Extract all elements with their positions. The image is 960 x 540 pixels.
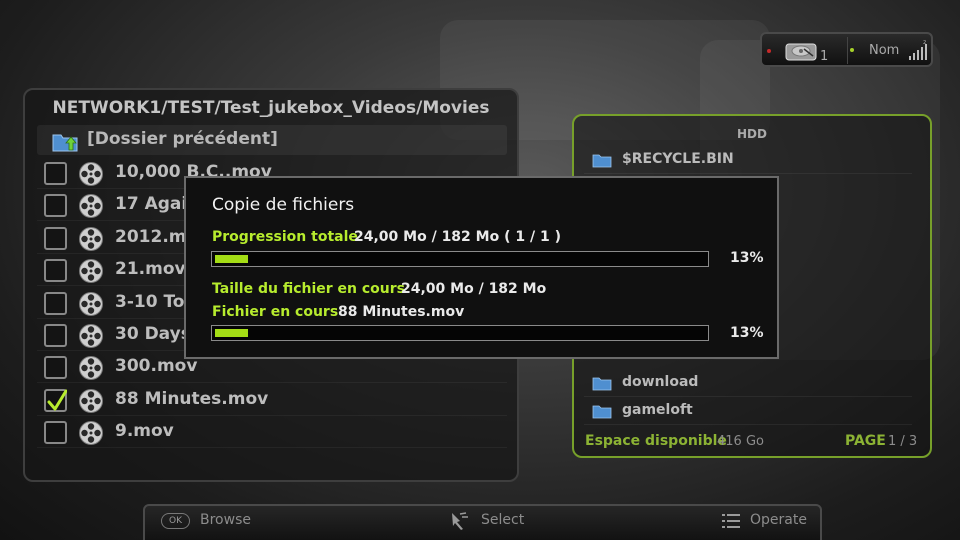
select-pointer-icon — [452, 512, 468, 530]
total-progress-label: Progression totale — [212, 229, 358, 245]
file-name: 300.mov — [115, 356, 198, 377]
file-checkbox[interactable] — [44, 421, 67, 445]
file-checkbox[interactable] — [44, 356, 67, 380]
file-checkbox[interactable] — [44, 194, 67, 218]
hdd-panel-title: HDD — [737, 127, 767, 141]
free-space-label: Espace disponible — [585, 433, 727, 449]
file-name: 21.mov — [115, 259, 186, 280]
film-reel-icon — [79, 388, 103, 413]
file-row[interactable]: 9.mov — [37, 416, 507, 449]
browse-hint[interactable]: Browse — [200, 512, 251, 528]
current-file-name: 88 Minutes.mov — [338, 304, 465, 320]
ok-key-icon: OK — [161, 513, 190, 529]
select-hint[interactable]: Select — [481, 512, 524, 528]
parent-folder-row[interactable]: [Dossier précédent] — [37, 125, 507, 155]
hdd-folder-row[interactable]: gameloft — [584, 397, 912, 425]
current-path: NETWORK1/TEST/Test_jukebox_Videos/Movies — [52, 98, 490, 118]
file-size-label: Taille du fichier en cours — [212, 281, 405, 297]
file-checkbox[interactable] — [44, 291, 67, 315]
total-progress-value: 24,00 Mo / 182 Mo ( 1 / 1 ) — [354, 229, 561, 245]
file-checkbox[interactable] — [44, 324, 67, 347]
folder-icon — [592, 377, 612, 391]
copy-progress-dialog: Copie de fichiers Progression totale 24,… — [184, 176, 779, 359]
hdd-folder-name: gameloft — [622, 402, 693, 418]
folder-up-icon — [52, 134, 78, 152]
file-progress-percent: 13% — [730, 325, 764, 341]
film-reel-icon — [79, 259, 103, 284]
current-file-label: Fichier en cours — [212, 304, 339, 320]
film-reel-icon — [79, 356, 103, 381]
film-reel-icon — [79, 162, 103, 186]
file-checkbox[interactable] — [44, 226, 67, 250]
menu-list-icon — [722, 514, 740, 528]
dialog-title: Copie de fichiers — [212, 195, 355, 215]
network-indicator-led — [850, 48, 854, 52]
file-name: 88 Minutes.mov — [115, 388, 269, 409]
operate-hint[interactable]: Operate — [750, 512, 807, 528]
signal-strength-icon: 2 — [909, 40, 927, 60]
film-reel-icon — [79, 421, 103, 446]
parent-folder-label: [Dossier précédent] — [87, 129, 278, 149]
total-progress-fill — [215, 255, 248, 263]
status-widget: 1 Nom 2 — [760, 32, 933, 67]
file-checkbox[interactable] — [44, 388, 67, 412]
sort-mode-label: Nom — [869, 43, 900, 58]
storage-indicator-led — [767, 49, 771, 53]
film-reel-icon — [79, 226, 103, 251]
file-checkbox[interactable] — [44, 259, 67, 283]
folder-icon — [592, 154, 612, 168]
free-space-value: 416 Go — [717, 434, 764, 449]
total-progress-bar — [211, 251, 709, 267]
file-row[interactable]: 88 Minutes.mov — [37, 384, 507, 416]
file-progress-bar — [211, 325, 709, 341]
hdd-folder-name: download — [622, 374, 699, 390]
checkmark-icon — [47, 389, 67, 411]
hard-drive-icon — [785, 43, 817, 61]
hdd-folder-name: $RECYCLE.BIN — [622, 151, 734, 167]
file-progress-fill — [215, 329, 248, 337]
hdd-folder-row[interactable]: $RECYCLE.BIN — [584, 146, 912, 174]
file-size-value: 24,00 Mo / 182 Mo — [401, 281, 547, 297]
svg-text:2: 2 — [923, 40, 926, 46]
hdd-count: 1 — [820, 49, 829, 64]
film-reel-icon — [79, 291, 103, 316]
film-reel-icon — [79, 194, 103, 219]
page-label: PAGE — [845, 433, 886, 449]
page-indicator: 1 / 3 — [888, 434, 918, 449]
total-progress-percent: 13% — [730, 250, 764, 266]
hdd-folder-row[interactable]: download — [584, 369, 912, 397]
status-divider — [847, 37, 848, 64]
file-name: 9.mov — [115, 421, 174, 442]
film-reel-icon — [79, 324, 103, 348]
hint-bar: OK Browse Select Operate — [143, 504, 822, 540]
file-checkbox[interactable] — [44, 162, 67, 185]
folder-icon — [592, 405, 612, 419]
